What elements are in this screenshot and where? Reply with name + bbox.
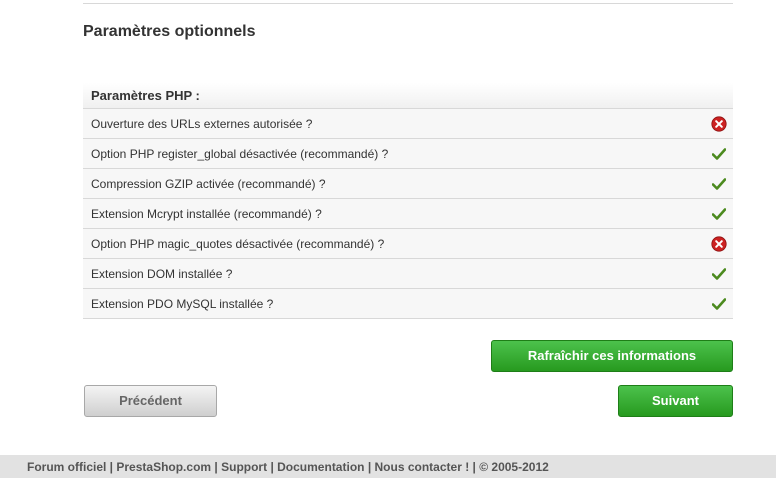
footer: Forum officiel | PrestaShop.com | Suppor… <box>0 455 776 478</box>
table-row: Extension DOM installée ? <box>83 259 733 289</box>
row-label: Compression GZIP activée (recommandé) ? <box>91 176 326 191</box>
error-icon <box>711 235 727 252</box>
table-row: Extension PDO MySQL installée ? <box>83 289 733 319</box>
section-title: Paramètres optionnels <box>83 23 256 40</box>
footer-links: Forum officiel | PrestaShop.com | Suppor… <box>27 460 549 474</box>
refresh-button[interactable]: Rafraîchir ces informations <box>491 340 733 372</box>
row-label: Extension Mcrypt installée (recommandé) … <box>91 206 322 221</box>
row-label: Extension DOM installée ? <box>91 266 233 281</box>
error-icon <box>711 115 727 132</box>
php-settings-table: Paramètres PHP : Ouverture des URLs exte… <box>83 83 733 319</box>
previous-button[interactable]: Précédent <box>84 385 217 417</box>
row-label: Extension PDO MySQL installée ? <box>91 296 274 311</box>
footer-copyright: © 2005-2012 <box>479 460 549 474</box>
footer-link-docs[interactable]: Documentation <box>277 460 364 474</box>
check-icon <box>711 296 727 312</box>
next-button[interactable]: Suivant <box>618 385 733 417</box>
table-row: Compression GZIP activée (recommandé) ? <box>83 169 733 199</box>
check-icon <box>711 266 727 282</box>
row-label: Option PHP magic_quotes désactivée (reco… <box>91 236 385 251</box>
footer-link-contact[interactable]: Nous contacter ! <box>375 460 470 474</box>
table-row: Ouverture des URLs externes autorisée ? <box>83 109 733 139</box>
check-icon <box>711 176 727 192</box>
row-label: Ouverture des URLs externes autorisée ? <box>91 116 313 131</box>
table-row: Option PHP magic_quotes désactivée (reco… <box>83 229 733 259</box>
table-row: Extension Mcrypt installée (recommandé) … <box>83 199 733 229</box>
table-header: Paramètres PHP : <box>83 83 733 109</box>
check-icon <box>711 206 727 222</box>
table-row: Option PHP register_global désactivée (r… <box>83 139 733 169</box>
footer-link-forum[interactable]: Forum officiel <box>27 460 106 474</box>
footer-link-site[interactable]: PrestaShop.com <box>116 460 211 474</box>
footer-link-support[interactable]: Support <box>221 460 267 474</box>
check-icon <box>711 146 727 162</box>
row-label: Option PHP register_global désactivée (r… <box>91 146 389 161</box>
top-divider <box>83 3 733 4</box>
